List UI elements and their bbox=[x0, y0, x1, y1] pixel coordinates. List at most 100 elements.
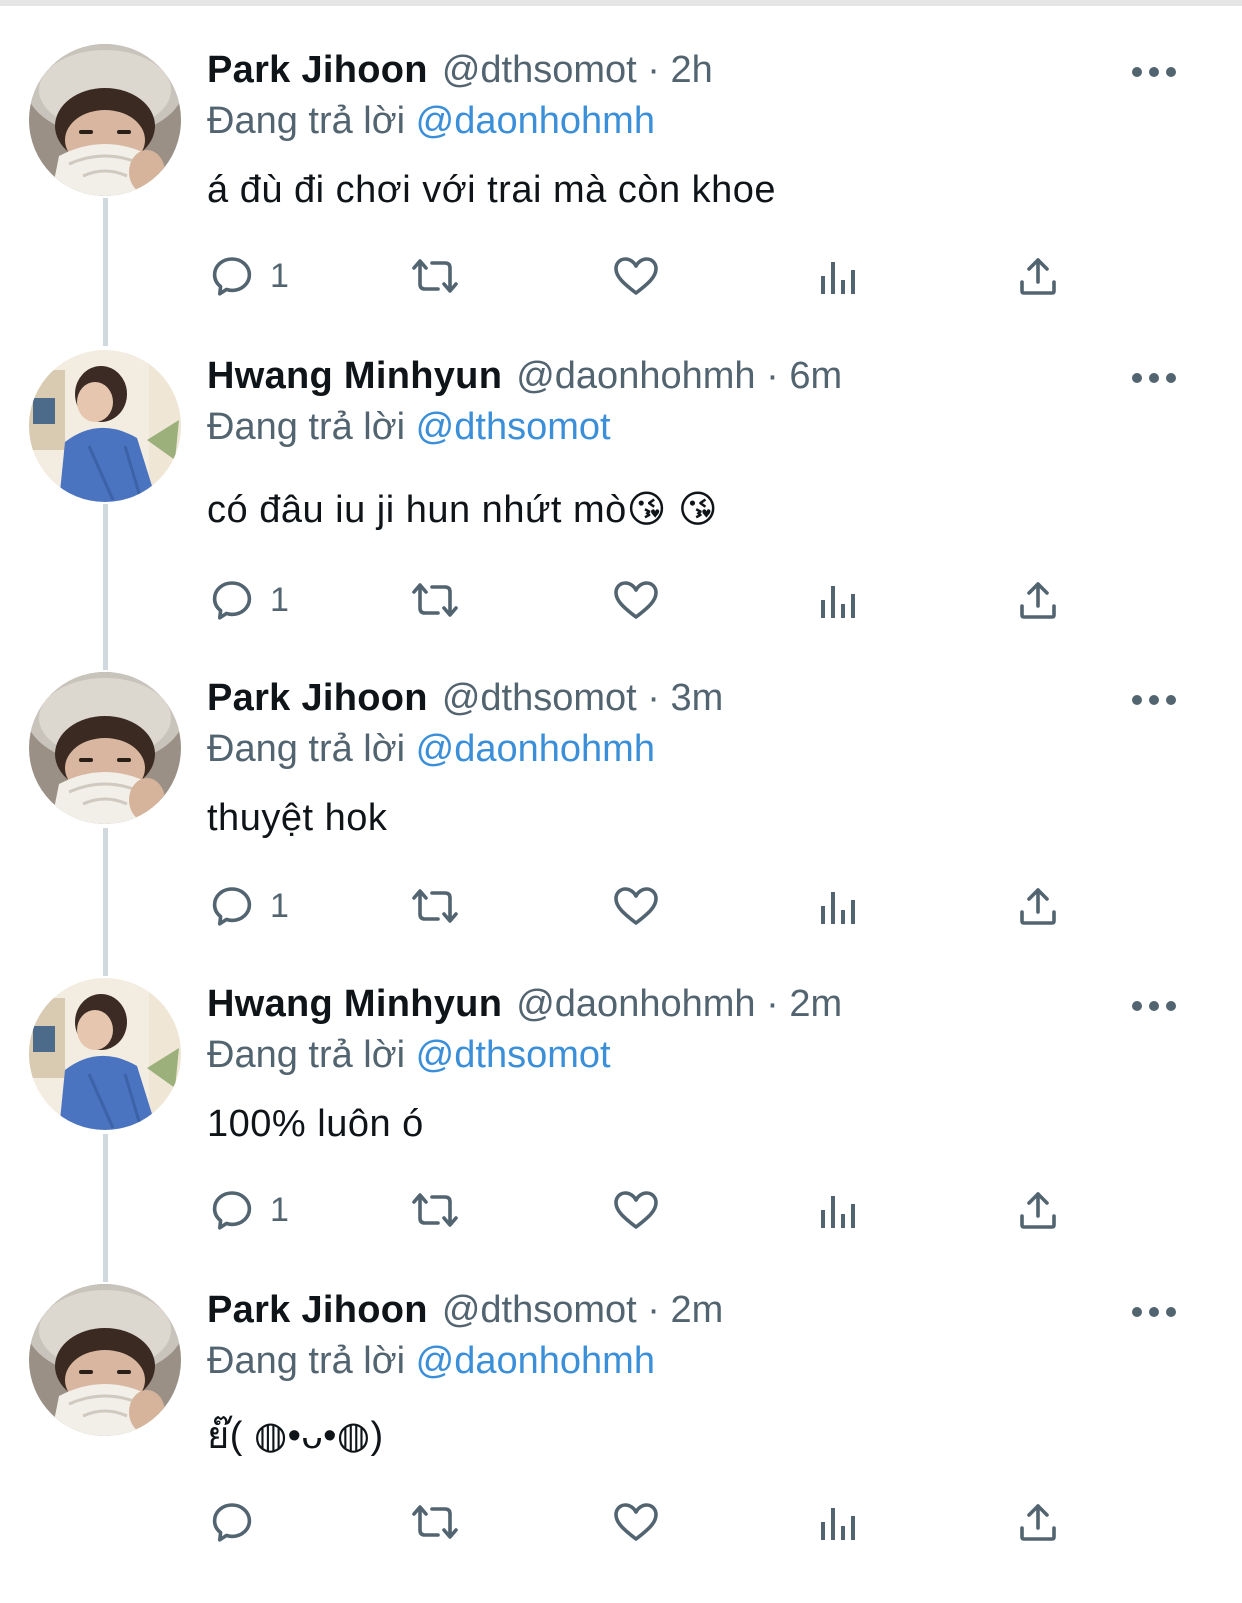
share-button[interactable] bbox=[1016, 570, 1060, 630]
analytics-button[interactable] bbox=[816, 1492, 860, 1552]
tweet-text: á đù đi chơi với trai mà còn khoe bbox=[207, 169, 777, 211]
reply-mention-link[interactable]: @daonhohmh bbox=[416, 100, 655, 142]
avatar-park-jihoon[interactable] bbox=[29, 1284, 181, 1436]
more-icon[interactable] bbox=[1132, 1300, 1176, 1324]
like-button[interactable] bbox=[611, 1492, 661, 1552]
analytics-icon bbox=[821, 586, 855, 618]
retweet-icon bbox=[412, 259, 458, 293]
share-icon bbox=[1020, 1192, 1056, 1229]
like-button[interactable] bbox=[611, 1180, 661, 1240]
avatar-hwang-minhyun[interactable] bbox=[29, 978, 181, 1130]
analytics-icon bbox=[821, 262, 855, 294]
reply-button[interactable]: 1 bbox=[208, 876, 289, 936]
analytics-icon bbox=[821, 892, 855, 924]
share-button[interactable] bbox=[1016, 1180, 1060, 1240]
action-bar: 1 bbox=[0, 246, 1242, 306]
reply-button[interactable] bbox=[208, 1492, 270, 1552]
timestamp[interactable]: 2m bbox=[789, 983, 842, 1025]
like-button[interactable] bbox=[611, 570, 661, 630]
share-button[interactable] bbox=[1016, 1492, 1060, 1552]
retweet-button[interactable] bbox=[408, 570, 462, 630]
author-handle[interactable]: @dthsomot bbox=[442, 49, 637, 91]
avatar-image-hwang-minhyun bbox=[29, 978, 181, 1130]
tweet-text: có đâu iu ji hun nhứt mò😘 😘 bbox=[207, 489, 719, 531]
replying-to-prefix: Đang trả lời bbox=[207, 1034, 406, 1076]
tweet[interactable]: Park Jihoon @dthsomot · 2h Đang trả lời @… bbox=[0, 0, 1242, 312]
tweet-header: Park Jihoon @dthsomot · 2m bbox=[207, 1286, 723, 1334]
avatar-park-jihoon[interactable] bbox=[29, 44, 181, 196]
author-name[interactable]: Park Jihoon bbox=[207, 49, 428, 91]
timestamp[interactable]: 2h bbox=[670, 49, 712, 91]
more-icon[interactable] bbox=[1132, 366, 1176, 390]
reply-icon bbox=[212, 1503, 252, 1542]
reply-count: 1 bbox=[270, 580, 289, 619]
share-button[interactable] bbox=[1016, 876, 1060, 936]
reply-icon bbox=[212, 581, 252, 620]
reply-button[interactable]: 1 bbox=[208, 1180, 289, 1240]
action-bar: 1 bbox=[0, 570, 1242, 630]
reply-mention-link[interactable]: @dthsomot bbox=[416, 1034, 611, 1076]
replying-to: Đang trả lời @daonhohmh bbox=[207, 1337, 655, 1385]
reply-button[interactable]: 1 bbox=[208, 246, 289, 306]
retweet-icon bbox=[412, 583, 458, 617]
separator-dot: · bbox=[647, 677, 660, 719]
tweet[interactable]: Hwang Minhyun @daonhohmh · 2m Đang trả lờ… bbox=[0, 934, 1242, 1246]
author-handle[interactable]: @daonhohmh bbox=[516, 355, 755, 397]
reply-mention-link[interactable]: @daonhohmh bbox=[416, 728, 655, 770]
timestamp[interactable]: 2m bbox=[670, 1289, 723, 1331]
heart-icon bbox=[614, 581, 658, 619]
share-icon bbox=[1020, 258, 1056, 295]
replying-to: Đang trả lời @daonhohmh bbox=[207, 97, 655, 145]
author-handle[interactable]: @daonhohmh bbox=[516, 983, 755, 1025]
action-bar bbox=[0, 1492, 1242, 1552]
avatar-image-park-jihoon bbox=[29, 44, 181, 196]
author-name[interactable]: Park Jihoon bbox=[207, 677, 428, 719]
analytics-icon bbox=[821, 1196, 855, 1228]
analytics-icon bbox=[821, 1508, 855, 1540]
author-handle[interactable]: @dthsomot bbox=[442, 1289, 637, 1331]
like-button[interactable] bbox=[611, 246, 661, 306]
retweet-button[interactable] bbox=[408, 1492, 462, 1552]
like-button[interactable] bbox=[611, 876, 661, 936]
action-bar: 1 bbox=[0, 1180, 1242, 1240]
author-name[interactable]: Hwang Minhyun bbox=[207, 355, 502, 397]
avatar-hwang-minhyun[interactable] bbox=[29, 350, 181, 502]
analytics-button[interactable] bbox=[816, 570, 860, 630]
more-icon[interactable] bbox=[1132, 60, 1176, 84]
analytics-button[interactable] bbox=[816, 876, 860, 936]
tweet-header: Park Jihoon @dthsomot · 2h bbox=[207, 46, 713, 94]
tweet[interactable]: Park Jihoon @dthsomot · 3m Đang trả lời @… bbox=[0, 628, 1242, 940]
analytics-button[interactable] bbox=[816, 246, 860, 306]
tweet-header: Hwang Minhyun @daonhohmh · 2m bbox=[207, 980, 842, 1028]
reply-mention-link[interactable]: @daonhohmh bbox=[416, 1340, 655, 1382]
reply-count: 1 bbox=[270, 1190, 289, 1229]
avatar-image-hwang-minhyun bbox=[29, 350, 181, 502]
share-button[interactable] bbox=[1016, 246, 1060, 306]
reply-count: 1 bbox=[270, 256, 289, 295]
separator-dot: · bbox=[647, 49, 660, 91]
tweet[interactable]: Hwang Minhyun @daonhohmh · 6m Đang trả lờ… bbox=[0, 306, 1242, 620]
reply-button[interactable]: 1 bbox=[208, 570, 289, 630]
author-handle[interactable]: @dthsomot bbox=[442, 677, 637, 719]
retweet-icon bbox=[412, 1505, 458, 1539]
reply-mention-link[interactable]: @dthsomot bbox=[416, 406, 611, 448]
tweet-text: 100% luôn ó bbox=[207, 1103, 424, 1145]
timestamp[interactable]: 6m bbox=[789, 355, 842, 397]
reply-count: 1 bbox=[270, 886, 289, 925]
retweet-button[interactable] bbox=[408, 1180, 462, 1240]
tweet[interactable]: Park Jihoon @dthsomot · 2m Đang trả lời @… bbox=[0, 1240, 1242, 1552]
analytics-button[interactable] bbox=[816, 1180, 860, 1240]
replying-to-prefix: Đang trả lời bbox=[207, 406, 406, 448]
more-icon[interactable] bbox=[1132, 688, 1176, 712]
more-icon[interactable] bbox=[1132, 994, 1176, 1018]
author-name[interactable]: Hwang Minhyun bbox=[207, 983, 502, 1025]
timestamp[interactable]: 3m bbox=[670, 677, 723, 719]
retweet-button[interactable] bbox=[408, 246, 462, 306]
reply-icon bbox=[212, 257, 252, 296]
avatar-park-jihoon[interactable] bbox=[29, 672, 181, 824]
author-name[interactable]: Park Jihoon bbox=[207, 1289, 428, 1331]
heart-icon bbox=[614, 1503, 658, 1541]
separator-dot: · bbox=[647, 1289, 660, 1331]
retweet-button[interactable] bbox=[408, 876, 462, 936]
tweet-header: Hwang Minhyun @daonhohmh · 6m bbox=[207, 352, 842, 400]
